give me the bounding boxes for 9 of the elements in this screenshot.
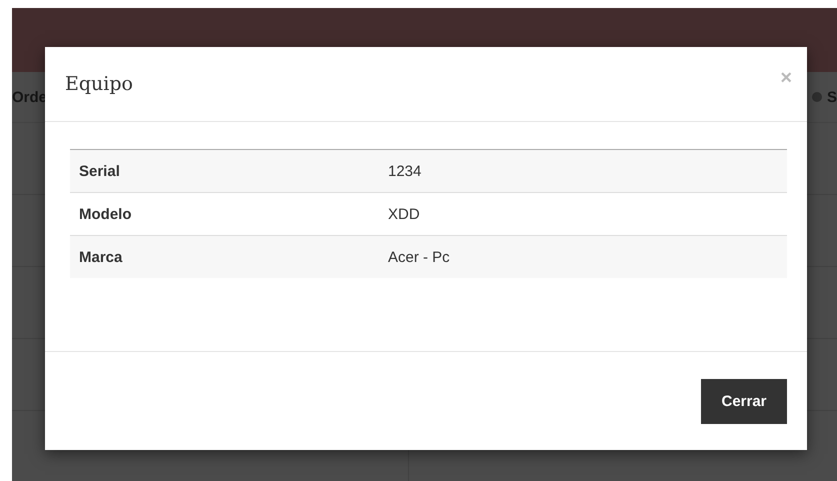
circle-icon xyxy=(810,91,823,103)
field-label: Serial xyxy=(78,162,121,180)
modal-title: Equipo xyxy=(65,73,133,95)
close-button[interactable]: Cerrar xyxy=(701,378,787,424)
field-label: Modelo xyxy=(78,206,132,222)
field-value: 1234 xyxy=(387,162,422,180)
field-label: Marca xyxy=(78,248,124,266)
field-value: XDD xyxy=(387,206,421,222)
field-value: Acer - Pc xyxy=(387,248,451,266)
